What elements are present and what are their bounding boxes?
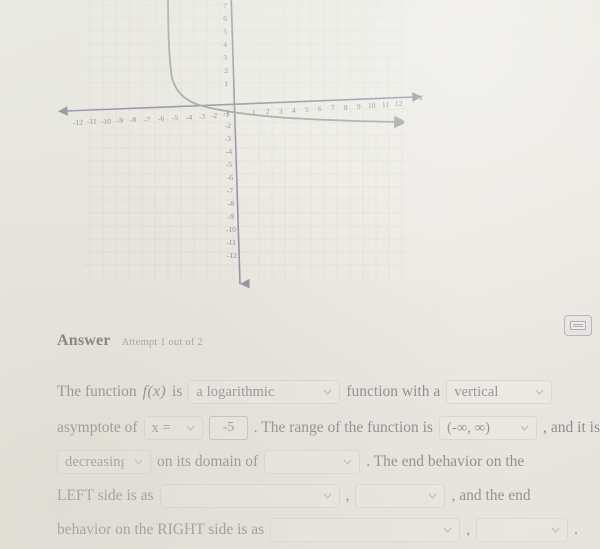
svg-text:4: 4 [223, 40, 227, 49]
svg-text:-11: -11 [226, 238, 236, 247]
svg-text:2: 2 [224, 66, 228, 75]
svg-text:1: 1 [252, 108, 256, 117]
asymptote-direction-value: vertical [454, 384, 499, 400]
asymptote-direction-select[interactable]: vertical [446, 380, 553, 404]
prompt-text-8: . The end behavior on the [366, 453, 525, 471]
chevron-down-icon [343, 459, 352, 465]
svg-text:-8: -8 [130, 115, 137, 124]
domain-select[interactable] [264, 450, 361, 474]
asymptote-variable-value: x = [151, 420, 171, 436]
chevron-down-icon [186, 425, 195, 431]
svg-text:5: 5 [223, 27, 227, 36]
prompt-text-3: function with a [346, 383, 441, 401]
asymptote-value-input[interactable]: -5 [209, 416, 248, 440]
svg-text:1: 1 [224, 79, 228, 88]
chevron-down-icon [134, 459, 143, 465]
svg-text:-5: -5 [172, 113, 179, 122]
calculator-icon[interactable] [564, 315, 592, 336]
prompt-line-3: decreasing on its domain of . The end be… [57, 450, 600, 474]
prompt-text-7: on its domain of [157, 453, 259, 471]
prompt-text-14: . [574, 521, 578, 539]
svg-text:-4: -4 [226, 147, 232, 156]
svg-text:-2: -2 [211, 111, 218, 120]
prompt-text-1: The function [57, 383, 137, 401]
prompt-text-5: . The range of the function is [253, 419, 433, 437]
range-value: (-∞, ∞) [446, 420, 491, 436]
prompt-line-4: LEFT side is as , , and the end [57, 484, 600, 508]
monotonicity-value: decreasing [65, 454, 124, 470]
monotonicity-select[interactable]: decreasing [57, 450, 151, 474]
svg-text:-6: -6 [227, 173, 233, 182]
svg-text:4: 4 [292, 106, 296, 115]
svg-text:5: 5 [305, 105, 309, 114]
svg-text:9: 9 [357, 102, 361, 111]
svg-text:7: 7 [223, 1, 227, 10]
prompt-text-11: , and the end [451, 487, 531, 505]
svg-text:2: 2 [266, 107, 270, 116]
prompt-text-4: asymptote of [57, 419, 138, 437]
svg-text:-5: -5 [226, 160, 232, 169]
svg-text:7: 7 [331, 103, 335, 112]
prompt-line-2: asymptote of x = -5 . The range of the f… [57, 416, 600, 440]
svg-text:-3: -3 [199, 112, 206, 121]
svg-text:6: 6 [318, 104, 322, 113]
range-select[interactable]: (-∞, ∞) [438, 416, 538, 440]
svg-text:-9: -9 [228, 212, 234, 221]
svg-text:-4: -4 [186, 113, 193, 122]
right-end-input-select[interactable] [270, 518, 461, 542]
prompt-text-13: , [466, 521, 471, 539]
left-end-output-select[interactable] [355, 484, 446, 508]
calculator-icon-glyph [570, 321, 586, 330]
svg-text:-1: -1 [224, 108, 230, 117]
answer-header: Answer Attempt 1 out of 2 [57, 332, 203, 350]
function-graph: -12 -11 -10 -9 -8 -7 -6 -5 -4 -3 -2 -1 1… [0, 0, 600, 300]
svg-text:-12: -12 [73, 118, 84, 127]
prompt-text-9: LEFT side is as [57, 487, 154, 505]
right-end-output-select[interactable] [476, 518, 569, 542]
svg-text:12: 12 [395, 99, 403, 108]
chevron-down-icon [428, 493, 437, 499]
svg-text:-7: -7 [227, 186, 233, 195]
x-axis-label: x [418, 92, 423, 102]
svg-text:8: 8 [344, 103, 348, 112]
prompt-text-10: , [345, 487, 350, 505]
svg-text:6: 6 [223, 14, 227, 23]
svg-text:10: 10 [368, 101, 376, 110]
prompt-text-2: is [172, 383, 183, 401]
svg-text:-10: -10 [101, 117, 112, 126]
graph-svg: -12 -11 -10 -9 -8 -7 -6 -5 -4 -3 -2 -1 1… [58, 0, 423, 289]
attempt-counter: Attempt 1 out of 2 [121, 337, 203, 348]
svg-text:-6: -6 [158, 114, 165, 123]
svg-text:3: 3 [279, 107, 283, 116]
chevron-down-icon [520, 425, 529, 431]
function-type-select[interactable]: a logarithmic [188, 380, 341, 404]
svg-text:3: 3 [223, 53, 227, 62]
chevron-down-icon [443, 527, 452, 533]
answer-panel: Answer Attempt 1 out of 2 The function f… [0, 300, 600, 549]
chevron-down-icon [551, 527, 560, 533]
prompt-text-6: , and it is [543, 419, 600, 437]
svg-text:-2: -2 [225, 121, 231, 130]
prompt-line-1: The function f(x) is a logarithmic funct… [57, 380, 600, 404]
prompt-line-5: behavior on the RIGHT side is as , . [57, 518, 600, 542]
svg-text:-12: -12 [227, 251, 237, 260]
chevron-down-icon [323, 493, 332, 499]
chevron-down-icon [323, 389, 332, 395]
page-title: Answer [57, 332, 111, 349]
svg-text:11: 11 [382, 100, 390, 109]
prompt-text-12: behavior on the RIGHT side is as [57, 521, 265, 539]
svg-text:-7: -7 [144, 115, 151, 124]
left-end-input-select[interactable] [159, 484, 340, 508]
svg-text:-9: -9 [117, 116, 124, 125]
svg-text:-8: -8 [228, 199, 234, 208]
function-type-value: a logarithmic [196, 384, 275, 400]
function-notation: f(x) [142, 383, 167, 400]
asymptote-variable-select[interactable]: x = [143, 416, 204, 440]
svg-text:-11: -11 [87, 117, 97, 126]
svg-text:-10: -10 [226, 225, 236, 234]
svg-text:-3: -3 [225, 134, 231, 143]
chevron-down-icon [535, 389, 544, 395]
